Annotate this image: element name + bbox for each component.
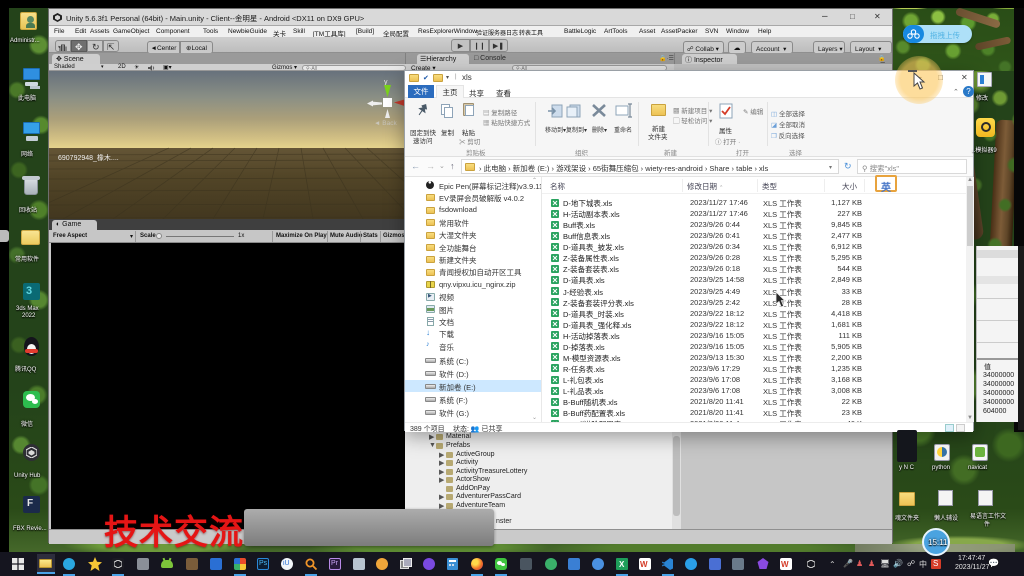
svg-text:◄ Back: ◄ Back [374, 120, 397, 127]
svg-text:y: y [384, 79, 388, 86]
